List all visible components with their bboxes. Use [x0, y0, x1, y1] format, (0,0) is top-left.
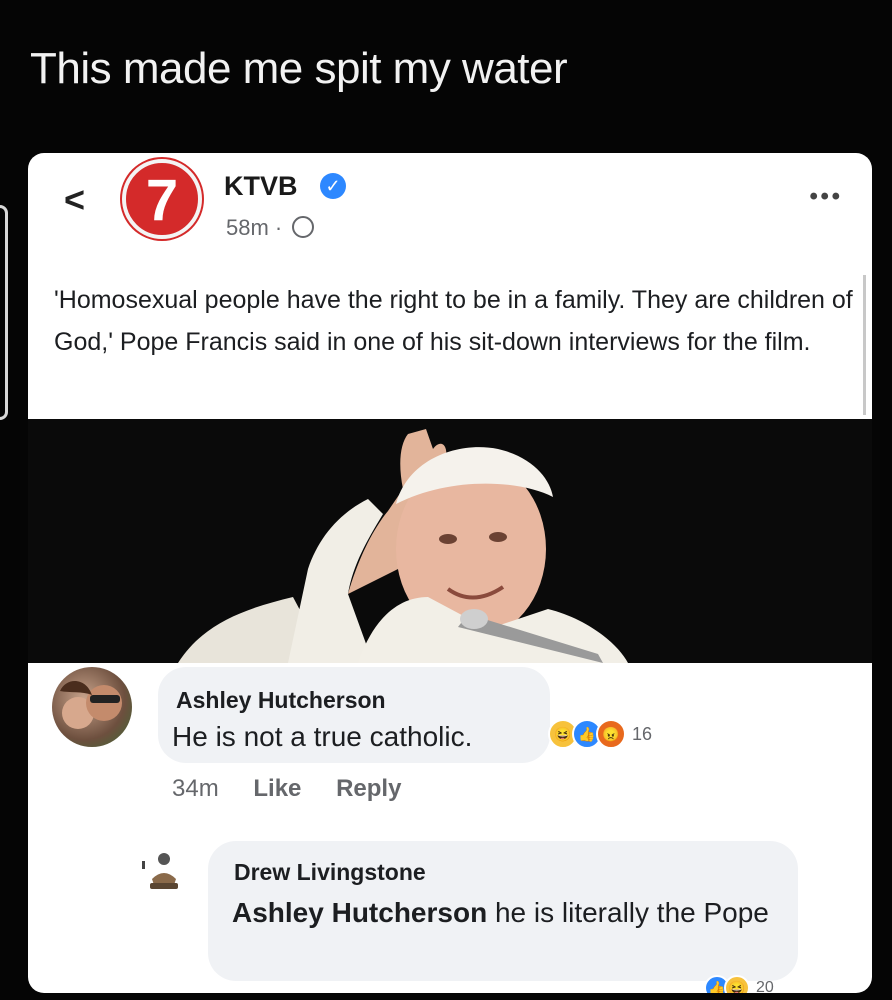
facebook-post-card: < 7 KTVB ✓ 58m · • • • 'Homosexual peopl… — [28, 153, 872, 993]
post-photo[interactable] — [28, 419, 872, 663]
angry-reaction-icon: 😠 — [596, 719, 626, 749]
more-options-button[interactable]: • • • — [809, 183, 840, 211]
post-timestamp[interactable]: 58m · — [226, 215, 288, 240]
commenter-avatar[interactable] — [52, 667, 132, 747]
like-button[interactable]: Like — [253, 775, 301, 802]
reply-text: Ashley Hutcherson he is literally the Po… — [232, 893, 782, 933]
reply-author[interactable]: Drew Livingstone — [234, 859, 426, 886]
logo-number: 7 — [145, 168, 179, 233]
ktvb-logo[interactable]: 7 — [122, 159, 202, 239]
reply-bubble: Drew Livingstone Ashley Hutcherson he is… — [208, 841, 798, 981]
post-text: 'Homosexual people have the right to be … — [54, 286, 853, 356]
comment-bubble: Ashley Hutcherson He is not a true catho… — [158, 667, 550, 763]
reply-avatar[interactable] — [138, 845, 190, 897]
back-button[interactable]: < — [64, 179, 85, 221]
reaction-count: 16 — [632, 723, 653, 744]
comment-text: He is not a true catholic. — [172, 721, 473, 752]
comment-actions: 34m Like Reply — [172, 775, 429, 803]
comment-time: 34m — [172, 775, 219, 802]
reply-body: he is literally the Pope — [487, 897, 769, 928]
comment-author[interactable]: Ashley Hutcherson — [176, 687, 386, 714]
left-frame-edge — [0, 205, 8, 420]
comment-reactions[interactable]: 😆 👍 😠 16 — [548, 719, 652, 749]
scrollbar[interactable] — [863, 275, 866, 415]
haha-reaction-icon: 😆 — [724, 975, 750, 993]
page-name[interactable]: KTVB — [224, 171, 298, 202]
verified-badge-icon: ✓ — [320, 173, 346, 199]
reply-reactions[interactable]: 👍 😆 20 — [704, 975, 774, 993]
reply-mention[interactable]: Ashley Hutcherson — [232, 897, 487, 928]
globe-icon — [292, 216, 315, 238]
post-meta: 58m · — [226, 215, 315, 241]
meme-caption: This made me spit my water — [30, 44, 568, 93]
reply-button[interactable]: Reply — [336, 775, 401, 802]
reply-reaction-count: 20 — [756, 979, 774, 993]
